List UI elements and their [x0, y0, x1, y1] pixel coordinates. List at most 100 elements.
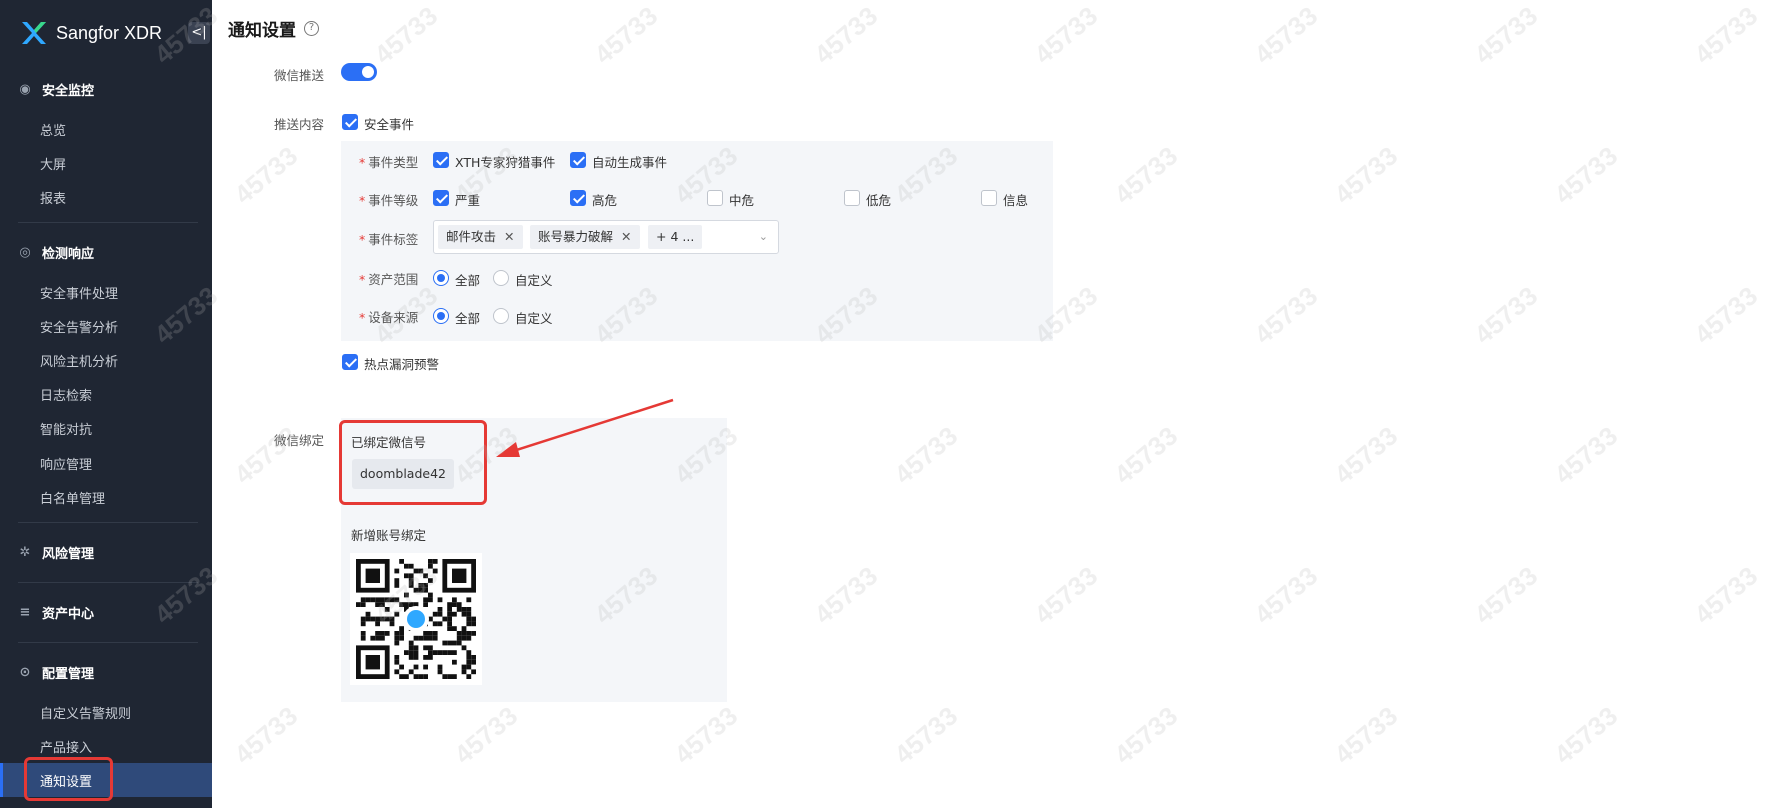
help-icon[interactable]: ?	[304, 21, 319, 36]
device-source-custom-label: 自定义	[515, 311, 553, 326]
toggle-knob	[362, 66, 374, 78]
event-type-auto-checkbox[interactable]	[570, 152, 586, 168]
tag-more[interactable]: + 4 ...	[648, 225, 703, 249]
page-title-text: 通知设置	[228, 21, 296, 41]
level-high-label: 高危	[592, 193, 618, 208]
level-low-checkbox[interactable]	[844, 190, 860, 206]
group-config-management[interactable]: ⊙ 配置管理	[18, 663, 94, 682]
annotation-arrow-icon	[496, 398, 674, 457]
level-high-checkbox[interactable]	[570, 190, 586, 206]
asset-scope-label: * 资产范围	[359, 272, 419, 287]
group-label: 风险管理	[42, 547, 95, 562]
qr-code-icon	[356, 559, 476, 679]
watermark-text: 45733	[1108, 420, 1184, 490]
watermark-text: 45733	[1328, 140, 1404, 210]
hot-vuln-checkbox[interactable]	[342, 354, 358, 370]
watermark-text: 45733	[888, 700, 964, 770]
watermark-text: 45733	[448, 700, 524, 770]
nav-item-response-mgmt[interactable]: 响应管理	[40, 454, 92, 473]
divider	[18, 582, 198, 583]
security-event-checkbox[interactable]	[342, 114, 358, 130]
asset-scope-custom-radio[interactable]	[493, 270, 509, 286]
level-info-checkbox[interactable]	[981, 190, 997, 206]
group-risk-management[interactable]: ✲ 风险管理	[18, 543, 94, 562]
watermark-text: 45733	[1328, 700, 1404, 770]
nav-item-custom-alert-rules[interactable]: 自定义告警规则	[40, 703, 131, 722]
watermark-text: 45733	[1548, 140, 1624, 210]
risk-icon: ✲	[19, 544, 31, 560]
level-low-label: 低危	[866, 193, 892, 208]
nav-item-whitelist[interactable]: 白名单管理	[40, 488, 105, 507]
event-tags-label: * 事件标签	[359, 232, 419, 247]
watermark-text: 45733	[1108, 700, 1184, 770]
nav-item-bigscreen[interactable]: 大屏	[40, 154, 66, 173]
watermark-text: 45733	[808, 560, 884, 630]
remove-tag-icon[interactable]: ✕	[504, 229, 514, 244]
event-tags-select[interactable]: 邮件攻击 ✕ 账号暴力破解 ✕ + 4 ... ⌄	[433, 220, 779, 254]
device-source-custom-radio[interactable]	[493, 308, 509, 324]
watermark-text: 45733	[368, 0, 444, 70]
watermark-text: 45733	[1248, 560, 1324, 630]
nav-item-product-access[interactable]: 产品接入	[40, 737, 92, 756]
radar-icon: ◎	[19, 244, 31, 260]
collapse-sidebar-button[interactable]: <|	[188, 22, 210, 44]
watermark-text: 45733	[808, 0, 884, 70]
wechat-push-toggle[interactable]	[341, 63, 377, 81]
new-bind-label: 新增账号绑定	[351, 528, 427, 543]
qr-code-image	[350, 553, 482, 685]
level-info-label: 信息	[1003, 193, 1029, 208]
group-label: 检测响应	[42, 247, 95, 262]
wechat-push-label: 微信推送	[274, 68, 325, 83]
nav-item-risk-host[interactable]: 风险主机分析	[40, 351, 118, 370]
divider	[18, 642, 198, 643]
nav-item-log-search[interactable]: 日志检索	[40, 385, 92, 404]
event-type-xth-label: XTH专家狩猎事件	[455, 155, 556, 170]
nav-item-event-handling[interactable]: 安全事件处理	[40, 283, 118, 302]
watermark-text: 45733	[1328, 420, 1404, 490]
group-label: 安全监控	[42, 84, 95, 99]
hot-vuln-label: 热点漏洞预警	[364, 357, 440, 372]
active-indicator	[0, 763, 3, 797]
watermark-text: 45733	[1468, 560, 1544, 630]
level-critical-label: 严重	[455, 193, 481, 208]
watermark-text: 45733	[1688, 560, 1764, 630]
monitor-icon: ◉	[19, 81, 31, 97]
level-critical-checkbox[interactable]	[433, 190, 449, 206]
database-icon: ≡	[19, 604, 31, 620]
remove-tag-icon[interactable]: ✕	[621, 229, 631, 244]
watermark-text: 45733	[1548, 420, 1624, 490]
nav-item-overview[interactable]: 总览	[40, 120, 66, 139]
asset-scope-custom-label: 自定义	[515, 273, 553, 288]
group-asset-center[interactable]: ≡ 资产中心	[18, 603, 94, 622]
event-type-label: * 事件类型	[359, 155, 419, 170]
group-security-monitor[interactable]: ◉ 安全监控	[18, 80, 94, 99]
watermark-text: 45733	[228, 140, 304, 210]
page-title: 通知设置 ?	[228, 16, 319, 41]
highlight-box-wechat	[339, 420, 487, 505]
divider	[18, 522, 198, 523]
nav-item-smart-defense[interactable]: 智能对抗	[40, 419, 92, 438]
watermark-text: 45733	[888, 420, 964, 490]
watermark-text: 45733	[668, 700, 744, 770]
watermark-text: 45733	[1688, 280, 1764, 350]
tag-brute-force: 账号暴力破解 ✕	[530, 225, 640, 249]
brand[interactable]: Sangfor XDR	[20, 18, 162, 48]
highlight-box-nav	[24, 757, 113, 801]
chevron-down-icon[interactable]: ⌄	[759, 230, 768, 243]
nav-item-alert-analysis[interactable]: 安全告警分析	[40, 317, 118, 336]
group-detect-response[interactable]: ◎ 检测响应	[18, 243, 94, 262]
watermark-text: 45733	[228, 700, 304, 770]
device-source-all-radio[interactable]	[433, 308, 449, 324]
watermark-text: 45733	[1548, 700, 1624, 770]
event-type-xth-checkbox[interactable]	[433, 152, 449, 168]
nav-item-reports[interactable]: 报表	[40, 188, 66, 207]
watermark-text: 45733	[588, 0, 664, 70]
tag-mail-attack: 邮件攻击 ✕	[438, 225, 523, 249]
level-medium-checkbox[interactable]	[707, 190, 723, 206]
group-label: 配置管理	[42, 667, 95, 682]
sangfor-logo-icon	[22, 22, 46, 44]
security-event-label: 安全事件	[364, 117, 415, 132]
level-medium-label: 中危	[729, 193, 755, 208]
watermark-text: 45733	[1688, 0, 1764, 70]
asset-scope-all-radio[interactable]	[433, 270, 449, 286]
